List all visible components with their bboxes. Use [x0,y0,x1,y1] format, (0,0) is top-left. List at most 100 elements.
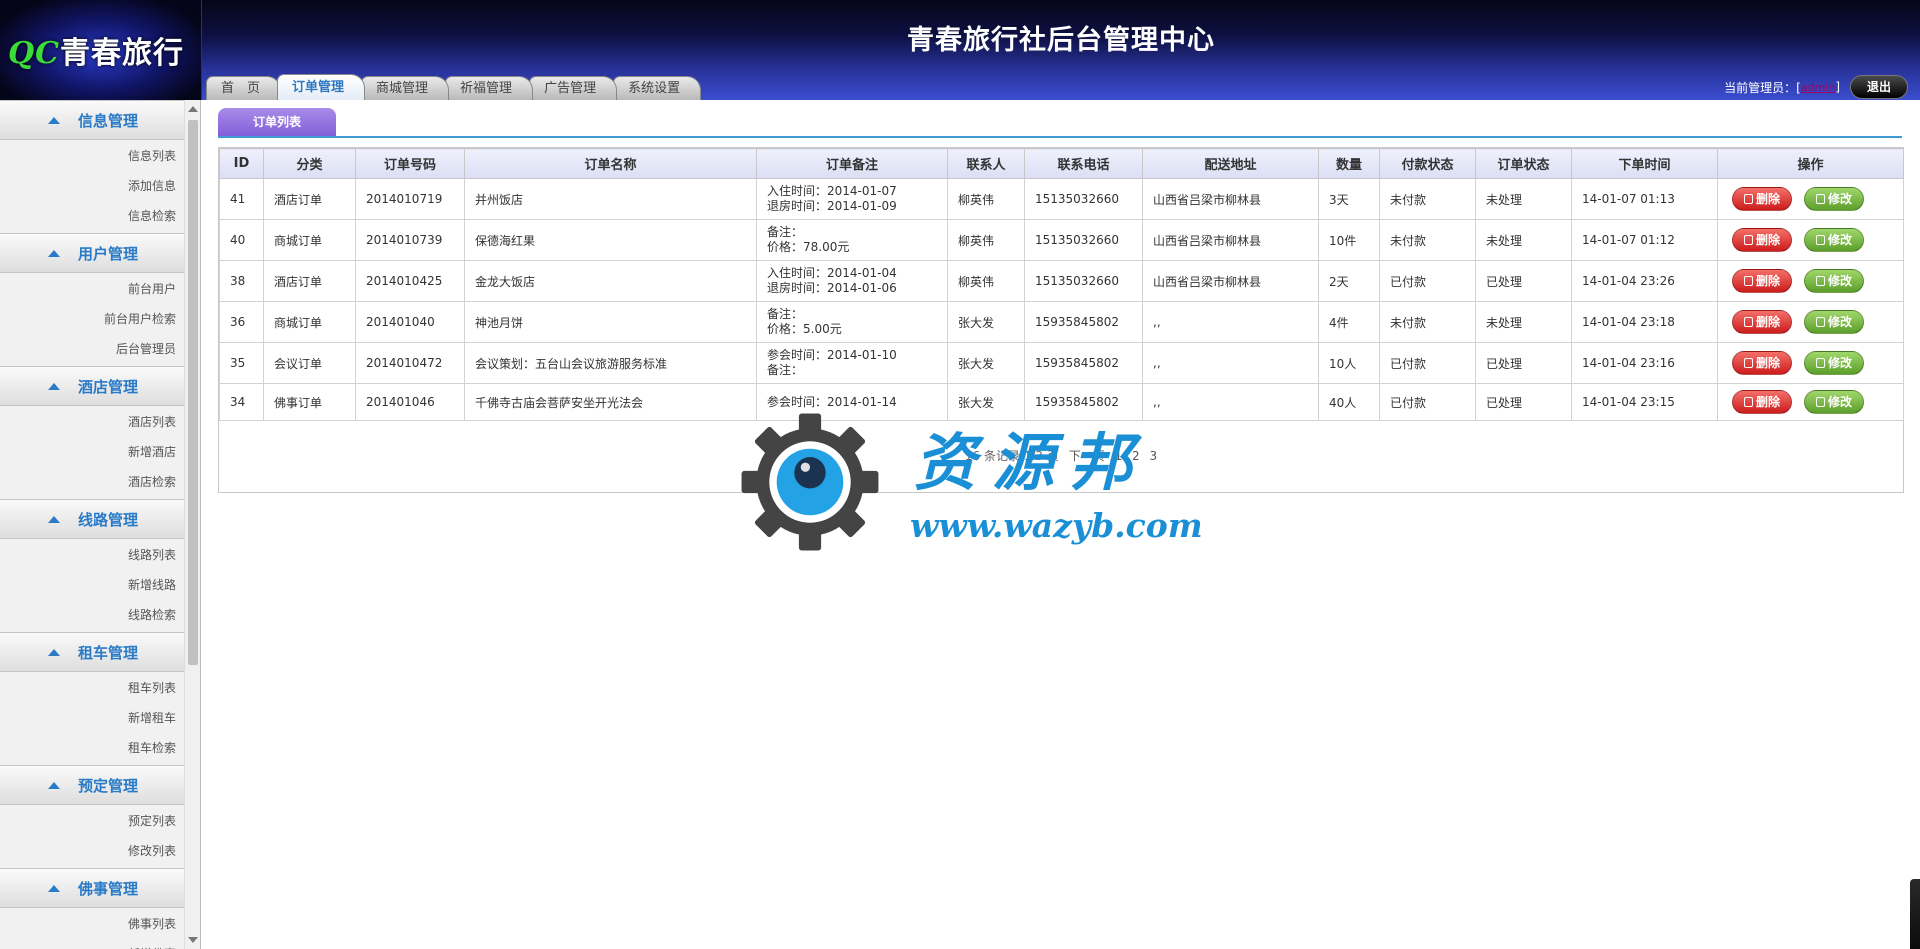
sidebar-group-title: 线路管理 [78,511,139,529]
delete-button[interactable]: 删除 [1732,310,1792,334]
row-actions: 删除 修改 [1717,260,1904,302]
nav-tab-5[interactable]: 系统设置 [613,76,702,100]
scrollbar-thumb[interactable] [188,120,198,665]
collapse-triangle-icon [48,516,60,523]
sidebar-group-0[interactable]: 信息管理 [0,100,184,140]
order-status: 已处理 [1475,383,1572,421]
admin-name-link[interactable]: admin [1801,81,1835,94]
order-id: 41 [219,178,264,220]
nav-tab-3[interactable]: 祈福管理 [445,76,534,100]
edit-button[interactable]: 修改 [1804,310,1864,334]
sidebar-group-4[interactable]: 租车管理 [0,632,184,672]
column-header: 配送地址 [1142,148,1319,179]
sidebar-item[interactable]: 新增租车 [0,703,184,733]
delete-button[interactable]: 删除 [1732,269,1792,293]
order-note-line: 价格：5.00元 [767,322,842,336]
row-actions: 删除 修改 [1717,383,1904,421]
delete-label: 删除 [1755,395,1780,409]
sidebar-menu: 信息管理 信息列表 添加信息 信息检索 用户管理 前台用户 前台用户检索 后台管理员 酒店管理酒… [0,100,184,949]
order-name: 神池月饼 [464,301,757,343]
delete-button[interactable]: 删除 [1732,187,1792,211]
edit-icon [1815,276,1825,286]
edit-button[interactable]: 修改 [1804,390,1864,414]
sidebar-item[interactable]: 前台用户 [0,274,184,304]
edit-button[interactable]: 修改 [1804,269,1864,293]
sidebar-group-1[interactable]: 用户管理 [0,233,184,273]
sidebar: 信息管理 信息列表 添加信息 信息检索 用户管理 前台用户 前台用户检索 后台管理员 酒店管理酒… [0,100,184,949]
sidebar-item[interactable]: 修改列表 [0,836,184,866]
edit-button[interactable]: 修改 [1804,351,1864,375]
trash-icon [1743,317,1753,327]
scroll-up-arrow-icon[interactable] [188,106,198,112]
nav-tab-1[interactable]: 订单管理 [277,74,366,100]
sidebar-item[interactable]: 信息列表 [0,141,184,171]
sidebar-group-2[interactable]: 酒店管理 [0,366,184,406]
sidebar-item[interactable]: 租车检索 [0,733,184,763]
order-status: 未处理 [1475,178,1572,220]
sidebar-group-title: 预定管理 [78,777,139,795]
order-id: 34 [219,383,264,421]
scroll-down-arrow-icon[interactable] [188,937,198,943]
delete-button[interactable]: 删除 [1732,351,1792,375]
sidebar-group-items: 酒店列表 新增酒店 酒店检索 [0,406,184,499]
collapse-triangle-icon [48,117,60,124]
sidebar-item[interactable]: 前台用户检索 [0,304,184,334]
order-note-line: 参会时间：2014-01-14 [767,394,897,409]
delete-button[interactable]: 删除 [1732,228,1792,252]
sidebar-group-3[interactable]: 线路管理 [0,499,184,539]
pager-page-2[interactable]: 2 [1132,449,1140,463]
order-id: 40 [219,219,264,261]
sidebar-item[interactable]: 佛事列表 [0,909,184,939]
sidebar-item[interactable]: 新增佛事 [0,939,184,949]
sidebar-item[interactable]: 酒店列表 [0,407,184,437]
sidebar-item[interactable]: 信息检索 [0,201,184,231]
sidebar-group-items: 佛事列表新增佛事 [0,908,184,949]
pager-next-link[interactable]: 下一页 [1069,449,1105,463]
delivery-address: 山西省吕梁市柳林县 [1142,178,1319,220]
sidebar-item[interactable]: 预定列表 [0,806,184,836]
order-number: 2014010719 [355,178,465,220]
order-id: 38 [219,260,264,302]
delivery-address: 山西省吕梁市柳林县 [1142,219,1319,261]
delete-button[interactable]: 删除 [1732,390,1792,414]
order-note-line: 备注： [767,363,804,377]
order-name: 保德海红果 [464,219,757,261]
sidebar-item[interactable]: 后台管理员 [0,334,184,364]
sidebar-group-5[interactable]: 预定管理 [0,765,184,805]
sidebar-item[interactable]: 添加信息 [0,171,184,201]
row-actions: 删除 修改 [1717,178,1904,220]
sidebar-item[interactable]: 线路检索 [0,600,184,630]
order-name: 千佛寺古庙会菩萨安坐开光法会 [464,383,757,421]
logo-prefix: QC [8,36,61,71]
sidebar-group-items: 租车列表 新增租车 租车检索 [0,672,184,765]
pager-page-1[interactable]: 1 [1115,449,1123,463]
column-header: ID [219,148,264,179]
order-time: 14-01-07 01:13 [1571,178,1718,220]
trash-icon [1743,194,1753,204]
logout-button[interactable]: 退出 [1850,75,1908,99]
order-number: 2014010739 [355,219,465,261]
nav-tab-4[interactable]: 广告管理 [529,76,618,100]
sidebar-item[interactable]: 租车列表 [0,673,184,703]
row-actions: 删除 修改 [1717,301,1904,343]
nav-tab-2[interactable]: 商城管理 [361,76,450,100]
order-category: 酒店订单 [263,178,356,220]
admin-info: 当前管理员：[ admin ] 退出 [1724,74,1908,100]
sidebar-group-6[interactable]: 佛事管理 [0,868,184,908]
tab-order-list[interactable]: 订单列表 [218,108,336,136]
trash-icon [1743,276,1753,286]
sidebar-item[interactable]: 酒店检索 [0,467,184,497]
sidebar-group-title: 租车管理 [78,644,139,662]
edit-button[interactable]: 修改 [1804,228,1864,252]
nav-tab-0[interactable]: 首 页 [206,76,282,100]
edit-icon [1815,235,1825,245]
contact-name: 柳英伟 [947,178,1025,220]
sidebar-scrollbar[interactable] [184,100,200,949]
sidebar-item[interactable]: 线路列表 [0,540,184,570]
edit-button[interactable]: 修改 [1804,187,1864,211]
sidebar-item[interactable]: 新增线路 [0,570,184,600]
sidebar-item[interactable]: 新增酒店 [0,437,184,467]
order-category: 商城订单 [263,219,356,261]
pager-page-3[interactable]: 3 [1150,449,1158,463]
admin-label: 当前管理员：[ [1724,80,1801,95]
